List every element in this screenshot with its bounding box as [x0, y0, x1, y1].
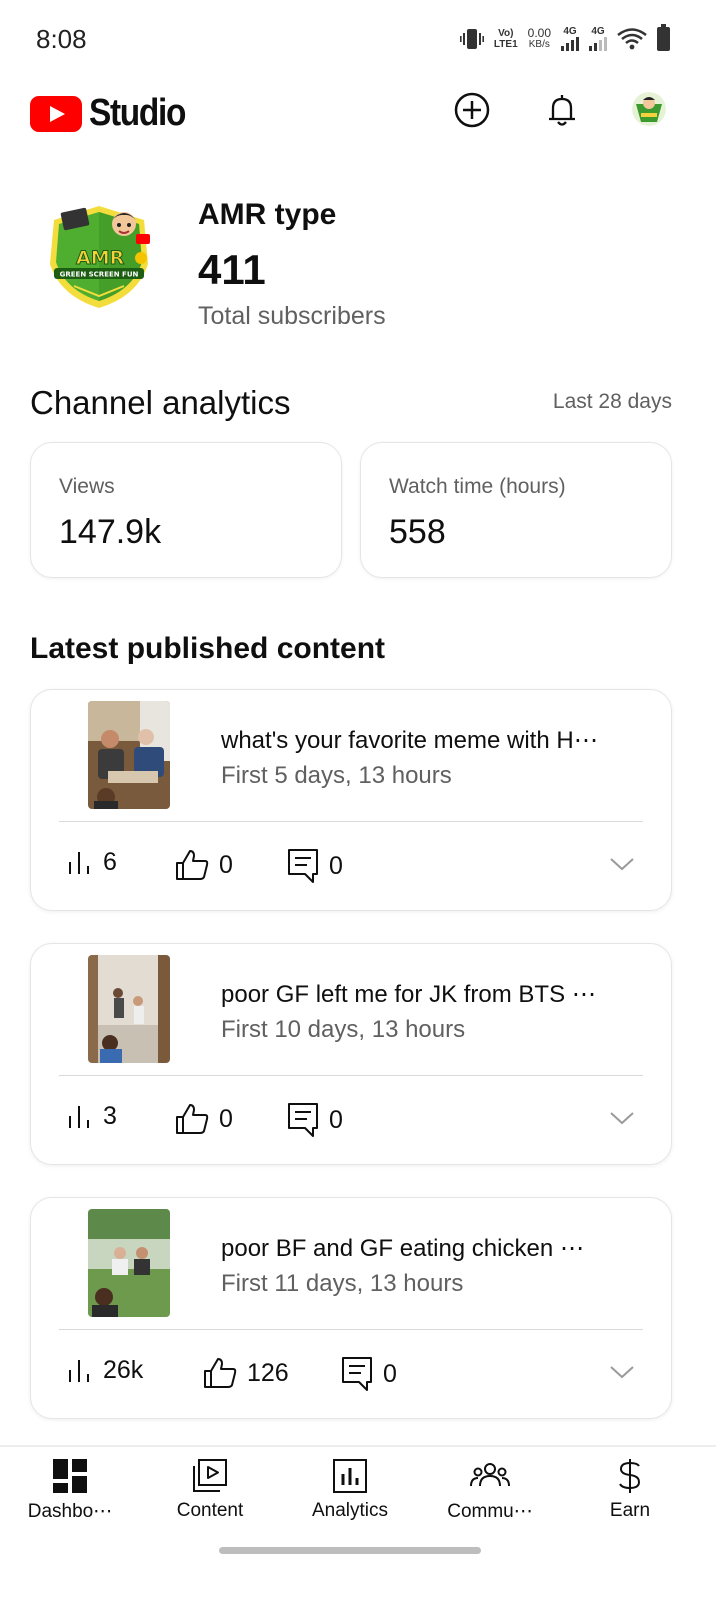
- battery-icon: [657, 23, 670, 51]
- signal-bars-icon: [561, 37, 579, 51]
- content-card[interactable]: poor BF and GF eating chicken ⋯ First 11…: [30, 1197, 672, 1419]
- latest-content-title: Latest published content: [30, 632, 386, 665]
- video-age: First 11 days, 13 hours: [221, 1270, 464, 1297]
- thumbs-up-icon: [204, 1358, 237, 1388]
- bottom-nav-divider: [0, 1445, 716, 1447]
- watch-time-value: 558: [389, 513, 446, 551]
- views-metric: 3: [67, 1102, 117, 1131]
- video-thumbnail[interactable]: [88, 955, 170, 1063]
- watch-time-card[interactable]: Watch time (hours) 558: [360, 442, 672, 578]
- likes-metric: 126: [203, 1356, 289, 1390]
- comment-icon: [288, 849, 318, 883]
- watch-time-label: Watch time (hours): [389, 475, 566, 498]
- divider: [59, 821, 643, 822]
- status-icons: Vo) LTE1 0.00 KB/s 4G 4G: [459, 23, 670, 51]
- comments-count: 0: [383, 1359, 397, 1388]
- thumbs-up-icon: [176, 850, 209, 880]
- content-card[interactable]: what's your favorite meme with H⋯ First …: [30, 689, 672, 911]
- create-plus-icon[interactable]: [454, 92, 490, 128]
- nav-analytics-label: Analytics: [311, 1500, 389, 1521]
- likes-count: 0: [219, 1104, 233, 1133]
- nav-dashboard[interactable]: Dashbo⋯: [0, 1458, 140, 1523]
- account-avatar[interactable]: [632, 92, 666, 126]
- views-bars-icon: [69, 1105, 89, 1128]
- nav-dashboard-label: Dashbo⋯: [27, 1501, 113, 1522]
- views-count: 26k: [103, 1356, 144, 1384]
- youtube-studio-logo[interactable]: Studio: [30, 92, 198, 135]
- gesture-home-bar[interactable]: [219, 1547, 481, 1554]
- content-card[interactable]: poor GF left me for JK from BTS ⋯ First …: [30, 943, 672, 1165]
- thumbs-up-icon: [176, 1104, 209, 1134]
- comments-metric: 0: [287, 848, 343, 884]
- chevron-down-icon[interactable]: [609, 1364, 635, 1380]
- likes-metric: 0: [175, 848, 233, 882]
- views-count: 3: [103, 1102, 117, 1130]
- nav-content-label: Content: [176, 1500, 244, 1521]
- likes-count: 0: [219, 850, 233, 879]
- comment-icon: [288, 1103, 318, 1137]
- dashboard-icon: [53, 1459, 87, 1493]
- views-metric: 26k: [67, 1356, 143, 1385]
- signal-2: 4G: [589, 26, 607, 51]
- likes-count: 126: [247, 1358, 289, 1387]
- comments-count: 0: [329, 1105, 343, 1134]
- volte-indicator: Vo) LTE1: [493, 27, 518, 50]
- video-title: poor BF and GF eating chicken ⋯: [221, 1235, 584, 1262]
- svg-text:GREEN SCREEN FUN: GREEN SCREEN FUN: [60, 271, 139, 279]
- earn-dollar-icon: [619, 1459, 641, 1493]
- video-title: poor GF left me for JK from BTS ⋯: [221, 981, 596, 1008]
- views-bars-icon: [69, 851, 89, 874]
- chevron-down-icon[interactable]: [609, 1110, 635, 1126]
- video-age: First 10 days, 13 hours: [221, 1016, 466, 1043]
- views-metric: 6: [67, 848, 117, 877]
- analytics-icon: [333, 1459, 367, 1493]
- channel-analytics-title: Channel analytics: [30, 384, 291, 421]
- views-value: 147.9k: [59, 513, 162, 551]
- views-count: 6: [103, 848, 117, 876]
- svg-text:AMR: AMR: [76, 247, 125, 269]
- video-thumbnail[interactable]: [88, 1209, 170, 1317]
- channel-name: AMR type: [198, 198, 337, 231]
- views-card[interactable]: Views 147.9k: [30, 442, 342, 578]
- nav-earn-label: Earn: [609, 1500, 651, 1521]
- comments-metric: 0: [341, 1356, 397, 1392]
- divider: [59, 1075, 643, 1076]
- subscriber-count: 411: [198, 246, 266, 293]
- analytics-period: Last 28 days: [552, 390, 672, 413]
- video-thumbnail[interactable]: [88, 701, 170, 809]
- status-time: 8:08: [36, 24, 87, 54]
- chevron-down-icon[interactable]: [609, 856, 635, 872]
- youtube-logo-icon: [30, 95, 82, 132]
- nav-earn[interactable]: Earn: [560, 1458, 700, 1522]
- notifications-bell-icon[interactable]: [544, 92, 580, 128]
- subscriber-label: Total subscribers: [198, 302, 386, 330]
- views-label: Views: [59, 475, 115, 498]
- signal-bars-icon: [589, 37, 607, 51]
- video-title: what's your favorite meme with H⋯: [221, 727, 598, 754]
- signal-1: 4G: [561, 26, 579, 51]
- vibrate-icon: [459, 28, 484, 49]
- divider: [59, 1329, 643, 1330]
- video-age: First 5 days, 13 hours: [221, 762, 452, 789]
- wifi-icon: [617, 27, 647, 49]
- views-bars-icon: [69, 1359, 89, 1382]
- comments-count: 0: [329, 851, 343, 880]
- channel-logo: AMR GREEN SCREEN FUN: [50, 206, 150, 308]
- community-icon: [470, 1463, 510, 1487]
- content-icon: [193, 1459, 227, 1492]
- nav-analytics[interactable]: Analytics: [280, 1458, 420, 1522]
- likes-metric: 0: [175, 1102, 233, 1136]
- nav-community-label: Commu⋯: [447, 1501, 533, 1522]
- network-speed: 0.00 KB/s: [527, 25, 551, 50]
- comment-icon: [342, 1357, 372, 1391]
- nav-community[interactable]: Commu⋯: [420, 1458, 560, 1523]
- nav-content[interactable]: Content: [140, 1458, 280, 1522]
- brand-text: Studio: [89, 92, 186, 134]
- comments-metric: 0: [287, 1102, 343, 1138]
